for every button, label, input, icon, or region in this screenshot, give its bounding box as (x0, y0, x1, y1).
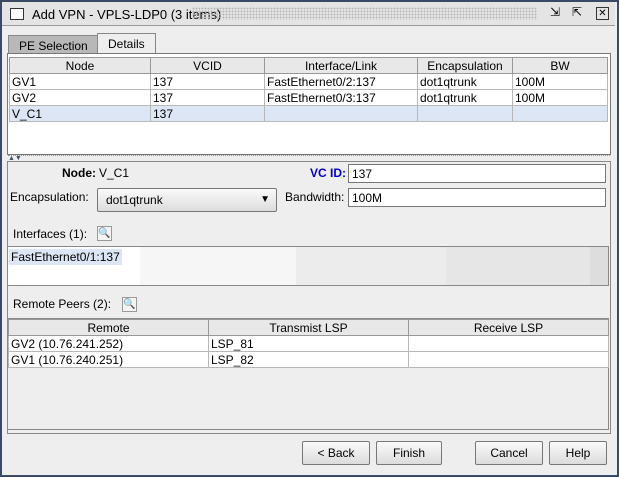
remote-peers-label: Remote Peers (2): (13, 297, 112, 311)
help-button[interactable]: Help (549, 441, 607, 465)
col-interface[interactable]: Interface/Link (264, 57, 418, 74)
finish-button[interactable]: Finish (376, 441, 442, 465)
cell: LSP_81 (208, 335, 409, 352)
restore-icon[interactable]: ⇲ (550, 5, 560, 19)
table-row[interactable]: GV2 (10.76.241.252) LSP_81 (8, 335, 609, 352)
back-button[interactable]: < Back (302, 441, 370, 465)
title-bar[interactable]: Add VPN - VPLS-LDP0 (3 items) ⇲ ⇱ ✕ (2, 2, 615, 26)
nodes-table: Node VCID Interface/Link Encapsulation BW GV… (9, 57, 608, 122)
interfaces-label: Interfaces (1): (13, 227, 88, 241)
cell: GV2 (9, 89, 151, 106)
interfaces-list[interactable]: FastEthernet0/1:137 (7, 246, 609, 286)
col-remote[interactable]: Remote (8, 319, 209, 336)
cell (512, 105, 608, 122)
window-icon (10, 8, 24, 20)
cell: 100M (512, 89, 608, 106)
encapsulation-value: dot1qtrunk (106, 193, 163, 207)
cell: V_C1 (9, 105, 151, 122)
bandwidth-label: Bandwidth: (285, 190, 345, 204)
close-icon[interactable]: ✕ (596, 7, 609, 20)
cell (264, 105, 418, 122)
vcid-input[interactable]: 137 (348, 164, 606, 183)
cell: dot1qtrunk (417, 73, 513, 90)
cell (408, 335, 609, 352)
cell: 137 (150, 73, 265, 90)
node-label: Node: (62, 166, 96, 180)
cell: 100M (512, 73, 608, 90)
peers-table: Remote Transmist LSP Receive LSP GV2 (10.7… (8, 319, 609, 368)
table-row[interactable]: GV1 (10.76.240.251) LSP_82 (8, 351, 609, 368)
cell: LSP_82 (208, 351, 409, 368)
bandwidth-input[interactable]: 100M (348, 188, 606, 207)
nodes-table-panel: Node VCID Interface/Link Encapsulation BW GV… (7, 53, 611, 155)
peers-table-panel: Remote Transmist LSP Receive LSP GV2 (10.7… (7, 318, 609, 430)
cell: dot1qtrunk (417, 89, 513, 106)
cell: 137 (150, 105, 265, 122)
cell: GV1 (10.76.240.251) (8, 351, 209, 368)
chevron-down-icon: ▼ (260, 194, 270, 205)
encapsulation-select[interactable]: dot1qtrunk ▼ (97, 188, 277, 212)
search-icon[interactable]: 🔍 (122, 297, 137, 312)
tab-details[interactable]: Details (97, 33, 156, 53)
cell: GV1 (9, 73, 151, 90)
maximize-icon[interactable]: ⇱ (572, 5, 582, 19)
table-row[interactable]: GV1 137 FastEthernet0/2:137 dot1qtrunk 100M (9, 73, 608, 90)
tab-pe-selection[interactable]: PE Selection (8, 35, 99, 53)
cell: GV2 (10.76.241.252) (8, 335, 209, 352)
list-item[interactable]: FastEthernet0/1:137 (9, 249, 122, 265)
table-row-selected[interactable]: V_C1 137 (9, 105, 608, 122)
cell: 137 (150, 89, 265, 106)
col-node[interactable]: Node (9, 57, 151, 74)
col-receive-lsp[interactable]: Receive LSP (408, 319, 609, 336)
cell: FastEthernet0/3:137 (264, 89, 418, 106)
encapsulation-label: Encapsulation: (10, 190, 89, 204)
table-row[interactable]: GV2 137 FastEthernet0/3:137 dot1qtrunk 100M (9, 89, 608, 106)
cell (408, 351, 609, 368)
cancel-button[interactable]: Cancel (475, 441, 543, 465)
col-bw[interactable]: BW (512, 57, 608, 74)
cell (417, 105, 513, 122)
search-icon[interactable]: 🔍 (97, 226, 112, 241)
col-transmit-lsp[interactable]: Transmist LSP (208, 319, 409, 336)
node-value: V_C1 (99, 166, 130, 180)
col-encapsulation[interactable]: Encapsulation (417, 57, 513, 74)
vcid-label: VC ID: (310, 166, 346, 180)
title-pattern (192, 7, 537, 20)
cell: FastEthernet0/2:137 (264, 73, 418, 90)
col-vcid[interactable]: VCID (150, 57, 265, 74)
